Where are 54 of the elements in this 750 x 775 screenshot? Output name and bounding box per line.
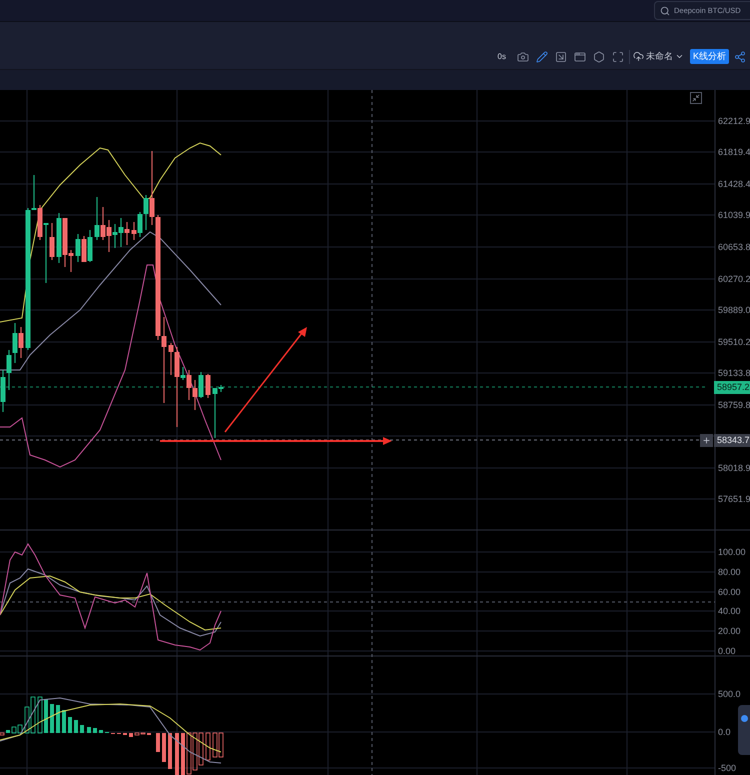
share-icon[interactable] bbox=[732, 48, 748, 64]
histogram-bar bbox=[68, 717, 72, 733]
crosshair-price-tag: 58343.7 bbox=[714, 434, 750, 447]
cloud-icon bbox=[632, 51, 644, 62]
histogram-bar bbox=[62, 710, 66, 733]
axis-label: 60653.8 bbox=[718, 241, 750, 253]
axis-label: 58018.9 bbox=[718, 462, 750, 474]
interval-button[interactable]: 0s bbox=[496, 50, 508, 62]
histogram-bar bbox=[6, 730, 10, 733]
histogram-bar bbox=[87, 727, 91, 733]
axis-label: 20.00 bbox=[718, 625, 741, 637]
axis-label: 59510.2 bbox=[718, 336, 750, 348]
histogram-bar bbox=[38, 696, 42, 734]
axis-label: 61428.4 bbox=[718, 178, 750, 190]
axis-label: 59133.8 bbox=[718, 367, 750, 379]
pencil-icon[interactable] bbox=[534, 48, 550, 64]
axis-label: 58759.8 bbox=[718, 399, 750, 411]
histogram-bar bbox=[168, 733, 172, 769]
crosshair-plus-icon[interactable] bbox=[700, 434, 713, 447]
axis-label: 100.00 bbox=[718, 546, 746, 558]
axis-label: 61039.9 bbox=[718, 209, 750, 221]
histogram-bar bbox=[99, 730, 103, 733]
search-icon bbox=[660, 6, 670, 16]
axis-label: 80.00 bbox=[718, 566, 741, 578]
histogram-bar bbox=[74, 720, 78, 733]
axis-label: 59889.0 bbox=[718, 304, 750, 316]
axis-label: 40.00 bbox=[718, 605, 741, 617]
chevron-down-icon bbox=[674, 52, 684, 61]
collapse-icon[interactable] bbox=[690, 92, 702, 104]
histogram-bar bbox=[80, 725, 84, 733]
axis-label: 57651.9 bbox=[718, 493, 750, 505]
axis-label: -500 bbox=[718, 762, 736, 774]
candle bbox=[206, 374, 210, 398]
axis-label: 60.00 bbox=[718, 586, 741, 598]
last-price-tag: 58957.2 bbox=[714, 381, 750, 394]
axis-label: 0.00 bbox=[718, 645, 736, 657]
histogram-bar bbox=[129, 733, 133, 737]
axis-label: 61819.4 bbox=[718, 146, 750, 158]
analysis-button[interactable]: K线分析 bbox=[690, 49, 729, 64]
axis-label: 60270.2 bbox=[718, 273, 750, 285]
histogram-bar bbox=[56, 705, 60, 733]
histogram-bar bbox=[44, 699, 48, 733]
histogram-bar bbox=[93, 728, 97, 733]
axis-label: 62212.9 bbox=[718, 115, 750, 127]
axis-label: 0.0 bbox=[718, 726, 731, 738]
axis-label: 500.0 bbox=[718, 688, 741, 700]
histogram-bar bbox=[50, 704, 54, 733]
histogram-bar bbox=[206, 732, 210, 760]
layout-dropdown[interactable]: 未命名 bbox=[632, 50, 684, 64]
histogram-bar bbox=[0, 732, 4, 736]
histogram-bar bbox=[175, 733, 179, 775]
histogram-bar bbox=[156, 733, 160, 752]
histogram-bar bbox=[162, 733, 166, 762]
histogram-bar bbox=[181, 733, 185, 775]
